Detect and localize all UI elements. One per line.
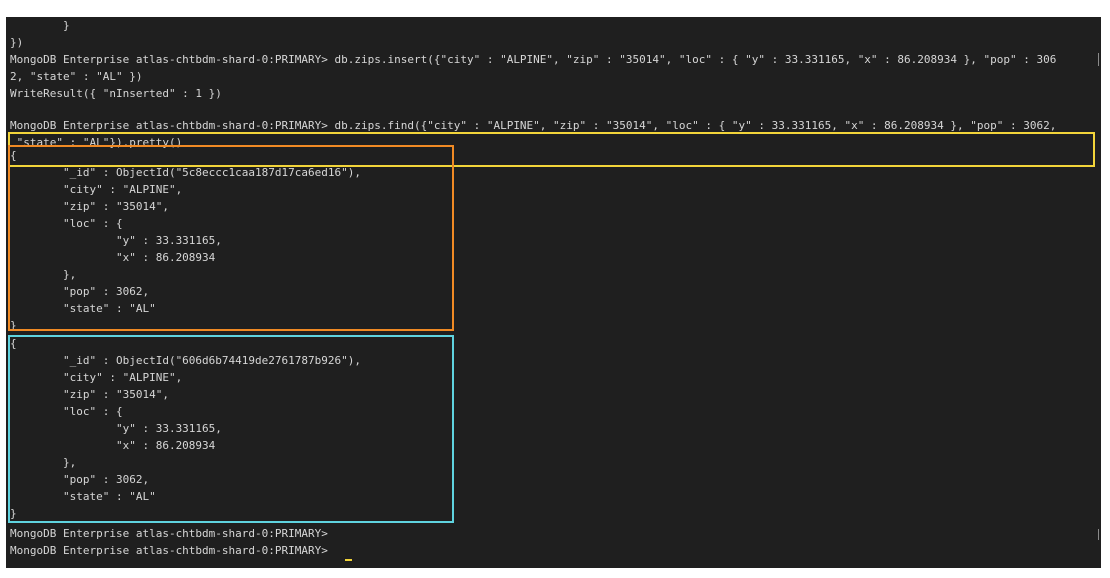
wrap-marker bbox=[1098, 53, 1099, 66]
write-result-line: WriteResult({ "nInserted" : 1 }) bbox=[10, 87, 222, 100]
wrap-marker bbox=[1098, 529, 1099, 540]
insert-command-line-wrap: 2, "state" : "AL" }) bbox=[10, 70, 143, 83]
insert-command-line: MongoDB Enterprise atlas-chtbdm-shard-0:… bbox=[10, 53, 1057, 66]
shell-prompt: MongoDB Enterprise atlas-chtbdm-shard-0:… bbox=[10, 527, 328, 540]
text-cursor bbox=[345, 559, 352, 561]
terminal-line: }) bbox=[10, 36, 24, 49]
shell-prompt-active[interactable]: MongoDB Enterprise atlas-chtbdm-shard-0:… bbox=[10, 542, 335, 559]
terminal-line: } bbox=[10, 19, 70, 32]
inserted-document-highlight bbox=[8, 335, 454, 523]
existing-document-highlight bbox=[8, 145, 454, 331]
terminal-window[interactable]: } }) MongoDB Enterprise atlas-chtbdm-sha… bbox=[6, 17, 1101, 568]
